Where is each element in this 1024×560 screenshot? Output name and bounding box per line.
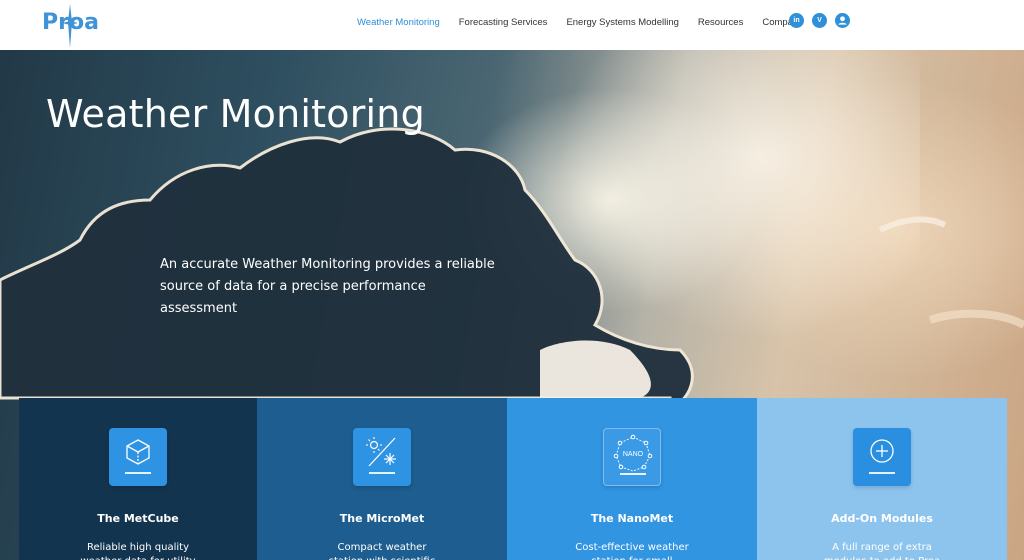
card-add-on-modules[interactable]: Add-On Modules A full range of extra mod… (757, 398, 1007, 560)
card-micromet[interactable]: The MicroMet Compact weather station wit… (257, 398, 507, 560)
sun-snow-icon (353, 428, 411, 486)
nav-forecasting-services[interactable]: Forecasting Services (459, 17, 548, 28)
cube-icon (109, 428, 167, 486)
nav-energy-systems-modelling[interactable]: Energy Systems Modelling (566, 17, 678, 28)
card-description: Cost-effective weather station for small (575, 542, 689, 560)
card-title: The MicroMet (339, 512, 425, 525)
card-title: The MetCube (97, 512, 179, 525)
linkedin-icon[interactable]: in (789, 13, 804, 28)
hero-subtitle: An accurate Weather Monitoring provides … (160, 257, 495, 316)
card-title: The NanoMet (590, 512, 674, 525)
page-title: Weather Monitoring (46, 92, 425, 136)
user-account-icon[interactable] (835, 13, 850, 28)
nano-label: NANO (623, 451, 644, 458)
site-header: Proa Weather Monitoring Forecasting Serv… (0, 0, 1024, 50)
nav-weather-monitoring[interactable]: Weather Monitoring (357, 17, 440, 28)
social-links: in V (789, 13, 858, 28)
card-description: A full range of extra modules to add to … (824, 542, 940, 560)
card-description: Compact weather station with scientific (329, 542, 435, 560)
proa-logo[interactable]: Proa (42, 4, 102, 48)
main-nav: Weather Monitoring Forecasting Services … (357, 0, 822, 44)
vimeo-icon[interactable]: V (812, 13, 827, 28)
card-title: Add-On Modules (831, 512, 933, 525)
compass-star-icon (62, 4, 78, 48)
card-metcube[interactable]: The MetCube Reliable high quality weathe… (19, 398, 257, 560)
card-description: Reliable high quality weather data for u… (80, 542, 195, 560)
plus-circle-icon (853, 428, 911, 486)
nav-resources[interactable]: Resources (698, 17, 743, 28)
nano-icon: NANO (603, 428, 661, 486)
card-nanomet[interactable]: NANO The NanoMet Cost-effective weather … (507, 398, 757, 560)
product-cards: The MetCube Reliable high quality weathe… (19, 398, 1007, 560)
